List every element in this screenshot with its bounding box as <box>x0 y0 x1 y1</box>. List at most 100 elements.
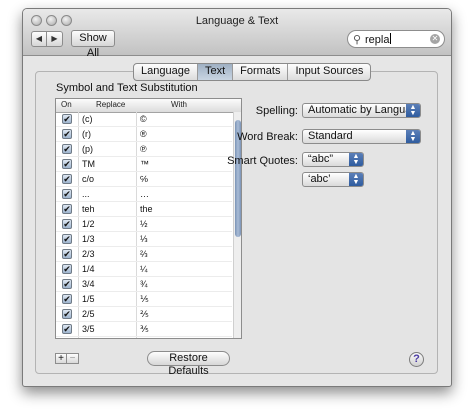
row-checkbox[interactable]: ✔ <box>62 249 72 259</box>
table-row[interactable]: ✔ c/o ℅ <box>56 172 232 187</box>
column-header-on[interactable]: On <box>61 99 72 111</box>
row-checkbox[interactable]: ✔ <box>62 159 72 169</box>
back-button[interactable]: ◀ <box>31 31 47 47</box>
table-row[interactable]: ✔ (r) ® <box>56 127 232 142</box>
spelling-popup[interactable]: Automatic by Language ▲ ▼ <box>302 103 421 118</box>
table-row[interactable]: ✔ 1/5 ⅕ <box>56 292 232 307</box>
search-input[interactable]: repla <box>365 33 392 46</box>
tab-bar: Language Text Formats Input Sources <box>133 63 372 81</box>
with-cell[interactable]: ⅕ <box>140 292 220 306</box>
restore-defaults-button[interactable]: Restore Defaults <box>147 351 230 377</box>
text-caret <box>390 33 392 44</box>
replace-cell[interactable]: c/o <box>82 172 136 186</box>
row-checkbox[interactable]: ✔ <box>62 324 72 334</box>
with-cell[interactable]: ™ <box>140 157 220 171</box>
column-header-with[interactable]: With <box>171 99 187 111</box>
single-quotes-popup[interactable]: ‘abc’ ▲ ▼ <box>302 172 364 187</box>
replace-cell[interactable]: 1/5 <box>82 292 136 306</box>
replace-cell[interactable]: ... <box>82 187 136 201</box>
replace-cell[interactable]: TM <box>82 157 136 171</box>
replace-cell[interactable]: 1/4 <box>82 262 136 276</box>
replace-cell[interactable]: (p) <box>82 142 136 156</box>
window-title: Language & Text <box>195 15 279 27</box>
tab-text[interactable]: Text <box>197 64 234 80</box>
smart-quotes-label: Smart Quotes: <box>227 155 298 167</box>
table-row[interactable]: ✔ 2/5 ⅖ <box>56 307 232 322</box>
with-cell[interactable]: ⅓ <box>140 232 220 246</box>
table-row[interactable]: ✔ 3/5 ⅗ <box>56 322 232 337</box>
row-checkbox[interactable]: ✔ <box>62 294 72 304</box>
row-checkbox[interactable]: ✔ <box>62 174 72 184</box>
search-icon: ⚲ <box>353 34 362 46</box>
column-header-replace[interactable]: Replace <box>96 99 125 111</box>
table-row[interactable]: ✔ teh the <box>56 202 232 217</box>
row-checkbox[interactable]: ✔ <box>62 309 72 319</box>
clear-search-icon[interactable]: ✕ <box>430 34 440 44</box>
word-break-popup[interactable]: Standard ▲ ▼ <box>302 129 421 144</box>
vertical-scrollbar[interactable] <box>233 112 241 338</box>
popup-arrows-icon: ▲ ▼ <box>406 130 420 143</box>
with-cell[interactable]: ℗ <box>140 142 220 156</box>
replace-cell[interactable]: 3/4 <box>82 277 136 291</box>
replace-cell[interactable]: 2/3 <box>82 247 136 261</box>
substitution-table: On Replace With ✔ (c) © ✔ (r) ® ✔ (p) ℗ ✔ TM ™ ✔ c/o ℅… <box>55 98 242 339</box>
popup-arrows-icon: ▲ ▼ <box>349 153 363 166</box>
double-quotes-value: “abc” <box>308 153 334 165</box>
row-checkbox[interactable]: ✔ <box>62 219 72 229</box>
with-cell[interactable]: ½ <box>140 217 220 231</box>
table-row[interactable]: ✔ TM ™ <box>56 157 232 172</box>
add-substitution-button[interactable]: + <box>55 353 67 364</box>
search-field[interactable]: ⚲ repla ✕ <box>347 30 445 48</box>
table-row[interactable]: ✔ (c) © <box>56 112 232 127</box>
table-row[interactable]: ✔ 3/4 ¾ <box>56 277 232 292</box>
title-bar: Language & Text ◀ ▶ Show All ⚲ repla ✕ <box>23 9 451 59</box>
row-checkbox[interactable]: ✔ <box>62 129 72 139</box>
with-cell[interactable]: ⅔ <box>140 247 220 261</box>
replace-cell[interactable]: (c) <box>82 112 136 126</box>
row-checkbox[interactable]: ✔ <box>62 114 72 124</box>
forward-icon: ▶ <box>51 34 58 43</box>
table-header: On Replace With <box>56 99 241 113</box>
replace-cell[interactable]: 2/5 <box>82 307 136 321</box>
spelling-value: Automatic by Language <box>308 104 421 116</box>
with-cell[interactable]: ® <box>140 127 220 141</box>
row-checkbox[interactable]: ✔ <box>62 264 72 274</box>
replace-cell[interactable]: teh <box>82 202 136 216</box>
replace-cell[interactable]: 3/5 <box>82 322 136 336</box>
replace-cell[interactable]: 1/2 <box>82 217 136 231</box>
remove-substitution-button[interactable]: − <box>67 353 79 364</box>
row-checkbox[interactable]: ✔ <box>62 234 72 244</box>
with-cell[interactable]: the <box>140 202 220 216</box>
show-all-button[interactable]: Show All <box>71 30 115 59</box>
double-quotes-popup[interactable]: “abc” ▲ ▼ <box>302 152 364 167</box>
replace-cell[interactable]: (r) <box>82 127 136 141</box>
popup-arrows-icon: ▲ ▼ <box>349 173 363 186</box>
table-row[interactable]: ✔ 1/2 ½ <box>56 217 232 232</box>
tab-language[interactable]: Language <box>134 64 198 80</box>
spelling-label: Spelling: <box>255 105 298 117</box>
substitution-title: Symbol and Text Substitution <box>56 82 198 94</box>
single-quotes-value: ‘abc’ <box>308 173 331 185</box>
table-row[interactable]: ✔ (p) ℗ <box>56 142 232 157</box>
with-cell[interactable]: ¼ <box>140 262 220 276</box>
forward-button[interactable]: ▶ <box>47 31 63 47</box>
table-row[interactable]: ✔... … <box>56 187 232 202</box>
tab-input-sources[interactable]: Input Sources <box>288 64 370 80</box>
with-cell[interactable]: ℅ <box>140 172 220 186</box>
with-cell[interactable]: © <box>140 112 220 126</box>
with-cell[interactable]: ⅖ <box>140 307 220 321</box>
with-cell[interactable]: ¾ <box>140 277 220 291</box>
row-checkbox[interactable]: ✔ <box>62 279 72 289</box>
help-button[interactable]: ? <box>409 352 424 367</box>
row-checkbox[interactable]: ✔ <box>62 204 72 214</box>
row-checkbox[interactable]: ✔ <box>62 144 72 154</box>
tab-formats[interactable]: Formats <box>233 64 289 80</box>
table-row[interactable]: ✔ 1/4 ¼ <box>56 262 232 277</box>
table-row[interactable]: ✔ 2/3 ⅔ <box>56 247 232 262</box>
table-row[interactable]: ✔ 1/3 ⅓ <box>56 232 232 247</box>
row-checkbox[interactable]: ✔ <box>62 189 72 199</box>
word-break-value: Standard <box>308 130 353 142</box>
with-cell[interactable]: ⅗ <box>140 322 220 336</box>
replace-cell[interactable]: 1/3 <box>82 232 136 246</box>
with-cell[interactable]: … <box>140 187 220 201</box>
